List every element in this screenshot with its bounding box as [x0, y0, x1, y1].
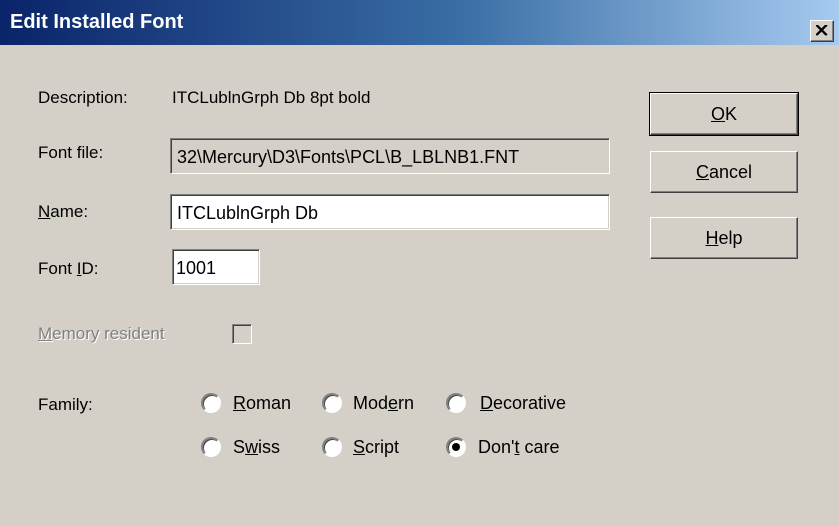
radio-roman-label[interactable]: Roman — [233, 393, 291, 414]
close-icon — [816, 25, 828, 36]
font-file-label: Font file: — [38, 143, 104, 162]
radio-modern-label[interactable]: Modern — [353, 393, 414, 414]
radio-script-label[interactable]: Script — [353, 437, 399, 458]
window-title: Edit Installed Font — [10, 11, 184, 33]
radio-selected-dot — [452, 443, 460, 451]
radio-roman[interactable] — [201, 393, 221, 413]
radio-swiss[interactable] — [201, 437, 221, 457]
cancel-button[interactable]: Cancel — [650, 151, 798, 193]
description-value: ITCLublnGrph Db 8pt bold — [172, 88, 371, 107]
title-bar[interactable]: Edit Installed Font — [0, 0, 839, 45]
help-button[interactable]: Help — [650, 217, 798, 259]
radio-decorative[interactable] — [446, 393, 466, 413]
font-id-input[interactable]: 1001 — [172, 249, 260, 285]
radio-decorative-label[interactable]: Decorative — [480, 393, 566, 414]
close-button[interactable] — [810, 20, 834, 42]
radio-modern[interactable] — [322, 393, 342, 413]
font-file-field: 32\Mercury\D3\Fonts\PCL\B_LBLNB1.FNT — [170, 138, 610, 174]
radio-swiss-label[interactable]: Swiss — [233, 437, 280, 458]
memory-resident-checkbox[interactable] — [232, 324, 252, 344]
description-label: Description: — [38, 88, 128, 107]
radio-dont-care-label[interactable]: Don't care — [478, 437, 560, 458]
font-id-label: Font ID: — [38, 259, 99, 278]
ok-button[interactable]: OK — [649, 92, 799, 136]
family-label: Family: — [38, 395, 93, 414]
radio-dont-care[interactable] — [446, 437, 466, 457]
memory-resident-label: Memory resident — [38, 324, 165, 343]
name-label: Name: — [38, 202, 89, 221]
name-input[interactable]: ITCLublnGrph Db — [170, 194, 610, 230]
radio-script[interactable] — [322, 437, 342, 457]
